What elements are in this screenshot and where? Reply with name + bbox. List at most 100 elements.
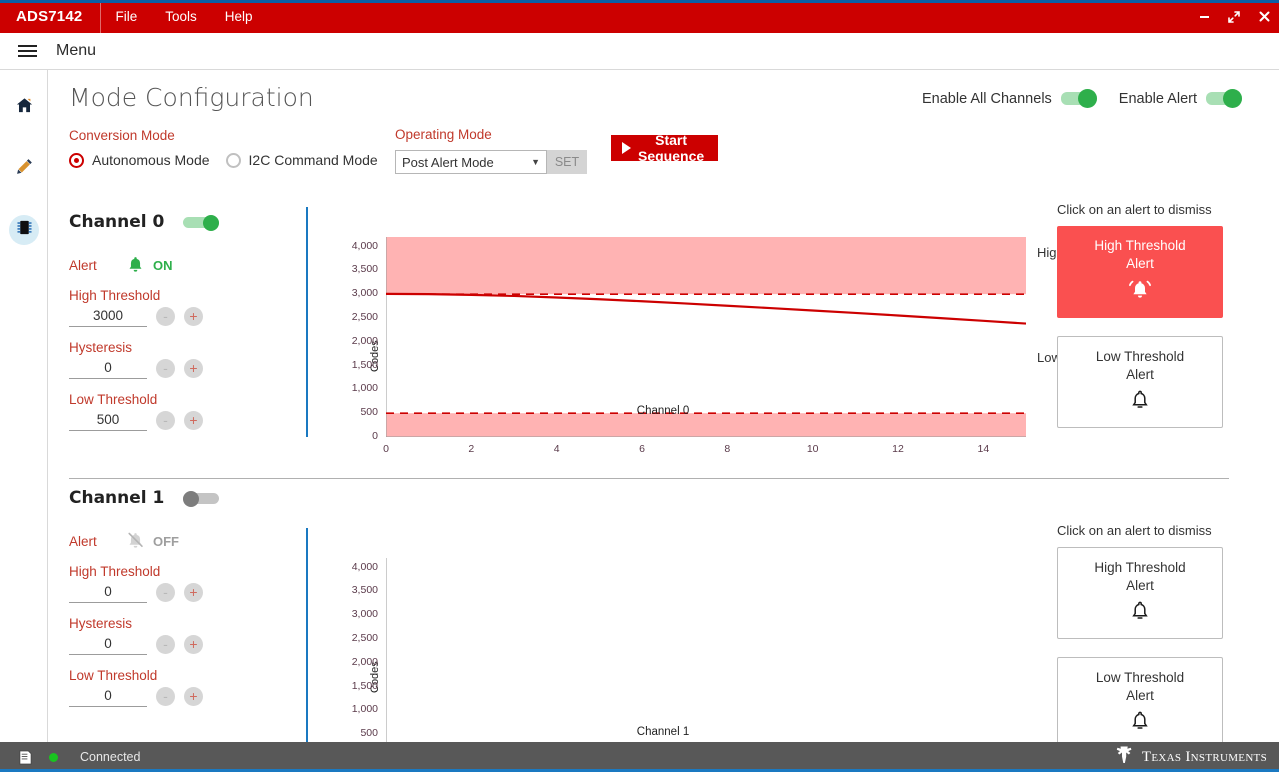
y-tick-label: 3,500 — [323, 584, 378, 596]
radio-label: I2C Command Mode — [249, 152, 378, 168]
low-threshold-decrement[interactable]: - — [156, 687, 175, 706]
channel-0-high-threshold-field: High Threshold - + — [69, 288, 219, 327]
x-tick-label: 2 — [456, 443, 486, 455]
high-threshold-decrement[interactable]: - — [156, 583, 175, 602]
chevron-down-icon: ▼ — [531, 157, 540, 167]
low-threshold-increment[interactable]: + — [184, 411, 203, 430]
channel-0-controls: Channel 0 Alert ON High Threshold — [69, 212, 219, 431]
operating-mode-select[interactable]: Post Alert Mode ▼ — [395, 150, 547, 174]
radio-autonomous-mode[interactable]: Autonomous Mode — [69, 152, 210, 168]
set-button[interactable]: SET — [547, 150, 587, 174]
operating-mode-label: Operating Mode — [395, 127, 587, 142]
page-title: Mode Configuration — [69, 83, 314, 112]
alert-state: OFF — [153, 534, 179, 549]
channel-1-low-threshold-alert[interactable]: Low Threshold Alert — [1057, 657, 1223, 742]
channel-1-high-threshold-alert[interactable]: High Threshold Alert — [1057, 547, 1223, 639]
x-tick-label: 8 — [712, 443, 742, 455]
hysteresis-decrement[interactable]: - — [156, 635, 175, 654]
conversion-mode-radios: Autonomous Mode I2C Command Mode — [69, 152, 378, 168]
menu-file[interactable]: File — [101, 0, 151, 33]
channel-1-low-threshold-field: Low Threshold - + — [69, 668, 219, 707]
operating-mode-block: Operating Mode Post Alert Mode ▼ SET Sta… — [395, 127, 587, 174]
channel-0-panel: Channel 0 Alert ON High Threshold — [48, 202, 1279, 478]
high-threshold-decrement[interactable]: - — [156, 307, 175, 326]
y-tick-label: 2,000 — [323, 335, 378, 347]
play-icon — [622, 142, 631, 154]
channel-0-name: Channel 0 — [69, 212, 164, 232]
hysteresis-input[interactable] — [69, 358, 147, 379]
bell-ringing-icon — [1127, 277, 1153, 307]
alert-line-1: Low Threshold — [1096, 669, 1184, 686]
field-row: - + — [69, 358, 219, 379]
bell-icon — [1129, 599, 1151, 628]
channel-1-alert-hint: Click on an alert to dismiss — [1057, 523, 1223, 538]
toggle-knob — [1223, 89, 1242, 108]
field-label: High Threshold — [69, 288, 219, 303]
channel-1-name: Channel 1 — [69, 488, 164, 508]
rail-item-edit[interactable] — [0, 144, 48, 194]
channel-1-hysteresis-field: Hysteresis - + — [69, 616, 219, 655]
enable-alert-toggle[interactable] — [1206, 90, 1242, 108]
high-threshold-increment[interactable]: + — [184, 583, 203, 602]
field-row: - + — [69, 582, 219, 603]
window-controls — [1189, 0, 1279, 33]
maximize-icon[interactable] — [1219, 0, 1249, 33]
rail-item-home[interactable] — [0, 83, 48, 133]
high-threshold-input[interactable] — [69, 306, 147, 327]
menu-bar: Menu — [0, 33, 1279, 70]
channel-1-controls: Channel 1 Alert OFF High Th — [69, 488, 219, 707]
low-threshold-increment[interactable]: + — [184, 687, 203, 706]
menu-help[interactable]: Help — [211, 0, 267, 33]
hamburger-icon[interactable] — [18, 45, 37, 57]
device-icon[interactable] — [17, 749, 34, 766]
channel-1-high-threshold-field: High Threshold - + — [69, 564, 219, 603]
high-threshold-input[interactable] — [69, 582, 147, 603]
x-tick-label: 4 — [542, 443, 572, 455]
bell-off-icon — [122, 531, 148, 551]
left-rail — [0, 70, 48, 742]
channel-0-high-threshold-alert[interactable]: High Threshold Alert — [1057, 226, 1223, 318]
status-text: Connected — [80, 750, 140, 764]
radio-label: Autonomous Mode — [92, 152, 210, 168]
hysteresis-decrement[interactable]: - — [156, 359, 175, 378]
bell-icon — [122, 255, 148, 275]
alert-line-2: Alert — [1126, 366, 1154, 383]
chart-x-axis-title: Channel 0 — [598, 405, 728, 417]
low-threshold-decrement[interactable]: - — [156, 411, 175, 430]
channel-1-enable-toggle[interactable] — [183, 491, 219, 506]
x-tick-label: 6 — [627, 443, 657, 455]
alert-line-2: Alert — [1126, 255, 1154, 272]
low-threshold-input[interactable] — [69, 686, 147, 707]
enable-alert-group: Enable Alert — [1119, 90, 1242, 108]
ti-logo: Texas Instruments — [1113, 745, 1267, 770]
y-tick-label: 4,000 — [323, 561, 378, 573]
high-threshold-increment[interactable]: + — [184, 307, 203, 326]
close-icon[interactable] — [1249, 0, 1279, 33]
field-label: Hysteresis — [69, 340, 219, 355]
y-tick-label: 3,000 — [323, 608, 378, 620]
hysteresis-increment[interactable]: + — [184, 635, 203, 654]
conversion-mode-label: Conversion Mode — [69, 128, 378, 143]
low-threshold-input[interactable] — [69, 410, 147, 431]
alert-label: Alert — [69, 258, 122, 273]
ti-brand-name: Texas Instruments — [1142, 749, 1267, 766]
channel-0-alert-status: Alert ON — [69, 255, 219, 275]
channel-0-low-threshold-alert[interactable]: Low Threshold Alert — [1057, 336, 1223, 428]
radio-i2c-command-mode[interactable]: I2C Command Mode — [226, 152, 378, 168]
enable-all-channels-toggle[interactable] — [1061, 90, 1097, 108]
channel-1-header: Channel 1 — [69, 488, 219, 508]
rail-item-device[interactable] — [0, 205, 48, 255]
minimize-icon[interactable] — [1189, 0, 1219, 33]
bell-icon — [1129, 709, 1151, 738]
operating-mode-value: Post Alert Mode — [402, 155, 494, 170]
app-title: ADS7142 — [0, 8, 100, 25]
channel-0-header: Channel 0 — [69, 212, 219, 232]
hysteresis-increment[interactable]: + — [184, 359, 203, 378]
y-tick-label: 500 — [323, 406, 378, 418]
start-sequence-button[interactable]: Start Sequence — [611, 135, 718, 161]
status-indicator — [49, 753, 58, 762]
hysteresis-input[interactable] — [69, 634, 147, 655]
ti-logo-icon — [1113, 745, 1135, 770]
menu-tools[interactable]: Tools — [151, 0, 211, 33]
channel-0-enable-toggle[interactable] — [183, 215, 219, 230]
